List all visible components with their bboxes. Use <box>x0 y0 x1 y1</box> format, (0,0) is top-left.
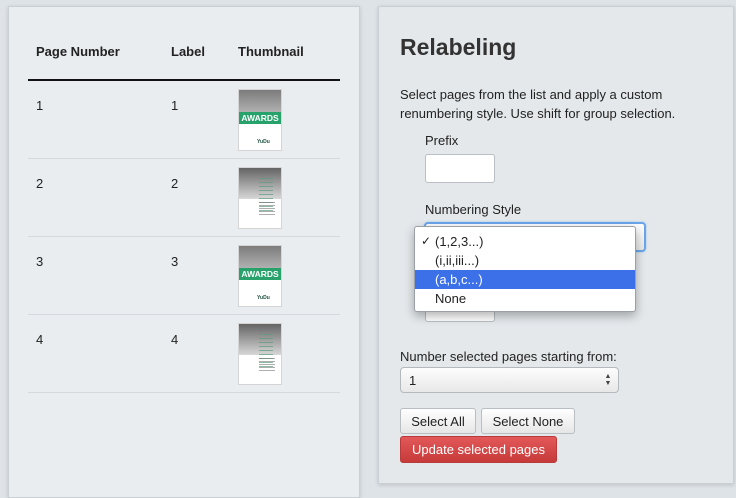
label-cell: 3 <box>171 254 179 269</box>
table-row[interactable]: 2 2 <box>28 159 340 237</box>
table-row[interactable]: 3 3 AWARDS YuDu <box>28 237 340 315</box>
numbering-style-label: Numbering Style <box>425 202 522 217</box>
select-all-button[interactable]: Select All <box>400 408 476 434</box>
check-icon: ✓ <box>421 234 432 248</box>
page-thumbnail[interactable]: AWARDS YuDu <box>238 245 282 307</box>
thumb-title: AWARDS <box>239 267 281 280</box>
thumb-brand: YuDu <box>257 139 270 145</box>
numbering-style-dropdown[interactable]: ✓ (1,2,3...) (i,ii,iii...) (a,b,c...) No… <box>414 226 636 312</box>
option-roman[interactable]: (i,ii,iii...) <box>415 251 635 270</box>
page-thumbnail[interactable]: AWARDS YuDu <box>238 89 282 151</box>
header-page-number: Page Number <box>36 44 120 59</box>
option-arabic[interactable]: ✓ (1,2,3...) <box>415 232 635 251</box>
header-label: Label <box>171 44 205 59</box>
option-alpha[interactable]: (a,b,c...) <box>415 270 635 289</box>
thumb-brand: YuDu <box>257 295 270 301</box>
panel-title: Relabeling <box>400 34 517 60</box>
select-arrows-icon: ▲▼ <box>604 373 612 387</box>
page-number-cell: 2 <box>36 176 44 191</box>
prefix-input[interactable] <box>425 154 495 183</box>
label-cell: 1 <box>171 98 179 113</box>
page-thumbnail[interactable] <box>238 323 282 385</box>
page-thumbnail[interactable] <box>238 167 282 229</box>
page-number-cell: 3 <box>36 254 44 269</box>
table-row[interactable]: 4 4 <box>28 315 340 393</box>
label-cell: 2 <box>171 176 179 191</box>
option-none[interactable]: None <box>415 289 635 308</box>
start-number-select[interactable]: 1 ▲ ▼ <box>400 367 619 393</box>
page-number-cell: 1 <box>36 98 44 113</box>
table-row[interactable]: 1 1 AWARDS YuDu <box>28 81 340 159</box>
start-number-value: 1 <box>409 373 417 388</box>
label-cell: 4 <box>171 332 179 347</box>
update-selected-pages-button[interactable]: Update selected pages <box>400 436 557 463</box>
page-number-cell: 4 <box>36 332 44 347</box>
panel-description: Select pages from the list and apply a c… <box>400 87 676 121</box>
thumb-title: AWARDS <box>239 111 281 124</box>
select-none-button[interactable]: Select None <box>481 408 575 434</box>
pages-table-panel: Page Number Label Thumbnail 1 1 AWARDS Y… <box>8 6 360 498</box>
start-number-label: Number selected pages starting from: <box>400 349 617 364</box>
header-thumbnail: Thumbnail <box>238 44 304 59</box>
prefix-label: Prefix <box>425 133 459 148</box>
